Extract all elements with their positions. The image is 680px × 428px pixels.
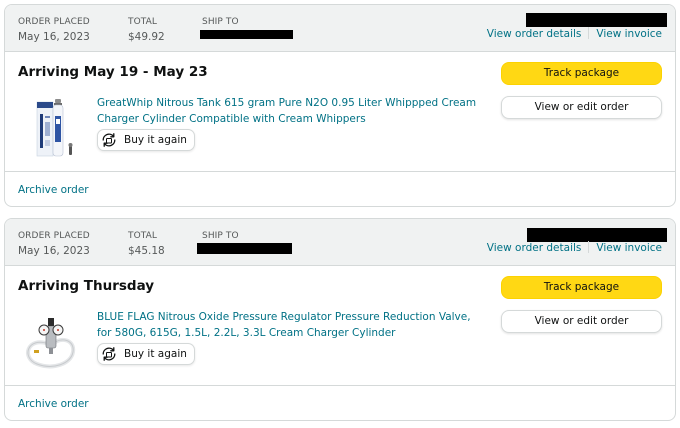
- order-placed-label: ORDER PLACED: [18, 231, 90, 241]
- ship-to-column: SHIP TO: [202, 230, 239, 242]
- view-invoice-link[interactable]: View invoice: [596, 242, 662, 254]
- buy-again-refresh-icon: [102, 347, 116, 361]
- order-placed-date: May 16, 2023: [18, 245, 90, 257]
- nitrous-tank-product-image[interactable]: [19, 92, 81, 162]
- view-edit-order-button[interactable]: View or edit order: [501, 96, 662, 119]
- order-footer: Archive order: [5, 386, 675, 420]
- order-footer: Archive order: [5, 172, 675, 206]
- buy-it-again-button[interactable]: Buy it again: [97, 129, 195, 151]
- order-header-links: View order details View invoice: [487, 27, 662, 41]
- ship-to-label: SHIP TO: [202, 231, 239, 241]
- ship-to-label: SHIP TO: [202, 17, 239, 27]
- order-header: ORDER PLACED May 16, 2023 TOTAL $49.92 S…: [5, 5, 675, 52]
- total-value: $49.92: [128, 31, 165, 43]
- total-column: TOTAL $45.18: [128, 230, 165, 258]
- arriving-status: Arriving Thursday: [18, 278, 155, 294]
- order-header: ORDER PLACED May 16, 2023 TOTAL $45.18 S…: [5, 219, 675, 266]
- order-header-links: View order details View invoice: [487, 241, 662, 255]
- total-label: TOTAL: [128, 231, 158, 241]
- order-placed-label: ORDER PLACED: [18, 17, 90, 27]
- buy-again-refresh-icon: [102, 133, 116, 147]
- total-label: TOTAL: [128, 17, 158, 27]
- order-card: ORDER PLACED May 16, 2023 TOTAL $49.92 S…: [4, 4, 676, 207]
- order-card: ORDER PLACED May 16, 2023 TOTAL $45.18 S…: [4, 218, 676, 421]
- ship-to-redacted: [200, 30, 293, 39]
- order-placed-column: ORDER PLACED May 16, 2023: [18, 16, 90, 44]
- order-number-redacted: [527, 228, 667, 242]
- buy-it-again-label: Buy it again: [124, 134, 187, 146]
- link-divider: [588, 241, 590, 253]
- buy-it-again-label: Buy it again: [124, 348, 187, 360]
- archive-order-link[interactable]: Archive order: [18, 397, 89, 411]
- track-package-button[interactable]: Track package: [501, 276, 662, 299]
- shipment-section: Arriving Thursday BLUE FLAG Nitrous Oxid…: [5, 266, 675, 386]
- total-column: TOTAL $49.92: [128, 16, 165, 44]
- track-package-button[interactable]: Track package: [501, 62, 662, 85]
- pressure-regulator-product-image[interactable]: [19, 306, 81, 376]
- product-title-link[interactable]: GreatWhip Nitrous Tank 615 gram Pure N2O…: [97, 96, 485, 127]
- shipment-section: Arriving May 19 - May 23 GreatWhip Nitro…: [5, 52, 675, 172]
- view-invoice-link[interactable]: View invoice: [596, 28, 662, 40]
- total-value: $45.18: [128, 245, 165, 257]
- view-edit-order-button[interactable]: View or edit order: [501, 310, 662, 333]
- order-placed-column: ORDER PLACED May 16, 2023: [18, 230, 90, 258]
- ship-to-column: SHIP TO: [202, 16, 239, 28]
- product-title-link[interactable]: BLUE FLAG Nitrous Oxide Pressure Regulat…: [97, 310, 485, 341]
- order-number-redacted: [526, 13, 667, 27]
- archive-order-link[interactable]: Archive order: [18, 183, 89, 197]
- view-order-details-link[interactable]: View order details: [487, 242, 582, 254]
- order-placed-date: May 16, 2023: [18, 31, 90, 43]
- arriving-status: Arriving May 19 - May 23: [18, 64, 208, 80]
- buy-it-again-button[interactable]: Buy it again: [97, 343, 195, 365]
- ship-to-redacted: [197, 243, 292, 254]
- link-divider: [588, 27, 590, 39]
- view-order-details-link[interactable]: View order details: [487, 28, 582, 40]
